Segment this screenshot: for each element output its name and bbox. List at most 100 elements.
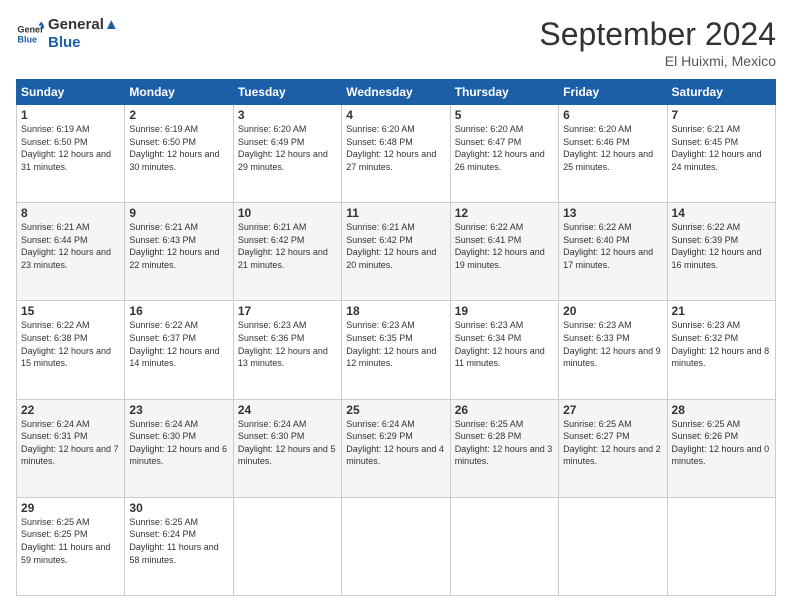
day-number: 22 (21, 403, 120, 417)
calendar-cell: 26 Sunrise: 6:25 AM Sunset: 6:28 PM Dayl… (450, 399, 558, 497)
daylight-label: Daylight: 12 hours and 13 minutes. (238, 346, 328, 369)
day-header-friday: Friday (559, 80, 667, 105)
sunrise-label: Sunrise: 6:25 AM (563, 419, 632, 429)
daylight-label: Daylight: 12 hours and 24 minutes. (672, 149, 762, 172)
day-info: Sunrise: 6:21 AM Sunset: 6:43 PM Dayligh… (129, 221, 228, 271)
day-number: 29 (21, 501, 120, 515)
calendar-cell: 8 Sunrise: 6:21 AM Sunset: 6:44 PM Dayli… (17, 203, 125, 301)
sunset-label: Sunset: 6:25 PM (21, 529, 88, 539)
day-info: Sunrise: 6:23 AM Sunset: 6:32 PM Dayligh… (672, 319, 771, 369)
sunset-label: Sunset: 6:42 PM (238, 235, 305, 245)
sunrise-label: Sunrise: 6:24 AM (238, 419, 307, 429)
day-number: 18 (346, 304, 445, 318)
sunrise-label: Sunrise: 6:23 AM (563, 320, 632, 330)
day-info: Sunrise: 6:21 AM Sunset: 6:44 PM Dayligh… (21, 221, 120, 271)
day-number: 16 (129, 304, 228, 318)
calendar-body: 1 Sunrise: 6:19 AM Sunset: 6:50 PM Dayli… (17, 105, 776, 596)
day-info: Sunrise: 6:22 AM Sunset: 6:40 PM Dayligh… (563, 221, 662, 271)
sunset-label: Sunset: 6:40 PM (563, 235, 630, 245)
sunrise-label: Sunrise: 6:24 AM (346, 419, 415, 429)
calendar-cell: 21 Sunrise: 6:23 AM Sunset: 6:32 PM Dayl… (667, 301, 775, 399)
title-block: September 2024 El Huixmi, Mexico (539, 16, 776, 69)
sunrise-label: Sunrise: 6:25 AM (129, 517, 198, 527)
day-info: Sunrise: 6:20 AM Sunset: 6:46 PM Dayligh… (563, 123, 662, 173)
day-info: Sunrise: 6:24 AM Sunset: 6:31 PM Dayligh… (21, 418, 120, 468)
day-info: Sunrise: 6:20 AM Sunset: 6:49 PM Dayligh… (238, 123, 337, 173)
daylight-label: Daylight: 12 hours and 16 minutes. (672, 247, 762, 270)
day-info: Sunrise: 6:22 AM Sunset: 6:39 PM Dayligh… (672, 221, 771, 271)
sunrise-label: Sunrise: 6:23 AM (346, 320, 415, 330)
day-number: 19 (455, 304, 554, 318)
calendar-cell: 17 Sunrise: 6:23 AM Sunset: 6:36 PM Dayl… (233, 301, 341, 399)
day-info: Sunrise: 6:24 AM Sunset: 6:29 PM Dayligh… (346, 418, 445, 468)
day-header-sunday: Sunday (17, 80, 125, 105)
calendar-cell (233, 497, 341, 595)
sunset-label: Sunset: 6:29 PM (346, 431, 413, 441)
sunset-label: Sunset: 6:37 PM (129, 333, 196, 343)
day-number: 8 (21, 206, 120, 220)
sunrise-label: Sunrise: 6:19 AM (21, 124, 90, 134)
calendar-cell: 19 Sunrise: 6:23 AM Sunset: 6:34 PM Dayl… (450, 301, 558, 399)
daylight-label: Daylight: 12 hours and 26 minutes. (455, 149, 545, 172)
sunrise-label: Sunrise: 6:25 AM (672, 419, 741, 429)
sunset-label: Sunset: 6:26 PM (672, 431, 739, 441)
day-number: 26 (455, 403, 554, 417)
day-info: Sunrise: 6:20 AM Sunset: 6:48 PM Dayligh… (346, 123, 445, 173)
daylight-label: Daylight: 12 hours and 17 minutes. (563, 247, 653, 270)
calendar-cell: 22 Sunrise: 6:24 AM Sunset: 6:31 PM Dayl… (17, 399, 125, 497)
sunset-label: Sunset: 6:43 PM (129, 235, 196, 245)
calendar-cell: 30 Sunrise: 6:25 AM Sunset: 6:24 PM Dayl… (125, 497, 233, 595)
day-info: Sunrise: 6:23 AM Sunset: 6:33 PM Dayligh… (563, 319, 662, 369)
daylight-label: Daylight: 12 hours and 27 minutes. (346, 149, 436, 172)
day-number: 30 (129, 501, 228, 515)
sunset-label: Sunset: 6:42 PM (346, 235, 413, 245)
day-number: 7 (672, 108, 771, 122)
calendar-header-row: SundayMondayTuesdayWednesdayThursdayFrid… (17, 80, 776, 105)
day-number: 27 (563, 403, 662, 417)
day-info: Sunrise: 6:25 AM Sunset: 6:27 PM Dayligh… (563, 418, 662, 468)
sunset-label: Sunset: 6:44 PM (21, 235, 88, 245)
day-info: Sunrise: 6:22 AM Sunset: 6:37 PM Dayligh… (129, 319, 228, 369)
sunrise-label: Sunrise: 6:25 AM (455, 419, 524, 429)
daylight-label: Daylight: 12 hours and 7 minutes. (21, 444, 119, 467)
calendar-cell: 10 Sunrise: 6:21 AM Sunset: 6:42 PM Dayl… (233, 203, 341, 301)
daylight-label: Daylight: 12 hours and 15 minutes. (21, 346, 111, 369)
svg-text:Blue: Blue (17, 34, 37, 44)
daylight-label: Daylight: 12 hours and 31 minutes. (21, 149, 111, 172)
calendar-cell: 14 Sunrise: 6:22 AM Sunset: 6:39 PM Dayl… (667, 203, 775, 301)
day-number: 3 (238, 108, 337, 122)
sunset-label: Sunset: 6:50 PM (21, 137, 88, 147)
calendar-cell: 23 Sunrise: 6:24 AM Sunset: 6:30 PM Dayl… (125, 399, 233, 497)
sunset-label: Sunset: 6:34 PM (455, 333, 522, 343)
calendar-cell: 28 Sunrise: 6:25 AM Sunset: 6:26 PM Dayl… (667, 399, 775, 497)
sunset-label: Sunset: 6:39 PM (672, 235, 739, 245)
day-number: 28 (672, 403, 771, 417)
logo: General Blue General▲ Blue (16, 16, 119, 52)
sunrise-label: Sunrise: 6:23 AM (238, 320, 307, 330)
calendar-cell: 13 Sunrise: 6:22 AM Sunset: 6:40 PM Dayl… (559, 203, 667, 301)
day-info: Sunrise: 6:23 AM Sunset: 6:36 PM Dayligh… (238, 319, 337, 369)
daylight-label: Daylight: 12 hours and 21 minutes. (238, 247, 328, 270)
calendar-cell (342, 497, 450, 595)
day-header-saturday: Saturday (667, 80, 775, 105)
sunset-label: Sunset: 6:48 PM (346, 137, 413, 147)
day-info: Sunrise: 6:22 AM Sunset: 6:38 PM Dayligh… (21, 319, 120, 369)
calendar-cell: 16 Sunrise: 6:22 AM Sunset: 6:37 PM Dayl… (125, 301, 233, 399)
calendar-cell: 3 Sunrise: 6:20 AM Sunset: 6:49 PM Dayli… (233, 105, 341, 203)
logo-line1: General▲ (48, 16, 119, 34)
daylight-label: Daylight: 11 hours and 58 minutes. (129, 542, 218, 565)
month-title: September 2024 (539, 16, 776, 53)
sunrise-label: Sunrise: 6:21 AM (672, 124, 741, 134)
day-header-monday: Monday (125, 80, 233, 105)
sunset-label: Sunset: 6:31 PM (21, 431, 88, 441)
sunrise-label: Sunrise: 6:23 AM (672, 320, 741, 330)
day-info: Sunrise: 6:22 AM Sunset: 6:41 PM Dayligh… (455, 221, 554, 271)
sunrise-label: Sunrise: 6:23 AM (455, 320, 524, 330)
daylight-label: Daylight: 12 hours and 25 minutes. (563, 149, 653, 172)
day-number: 21 (672, 304, 771, 318)
sunset-label: Sunset: 6:45 PM (672, 137, 739, 147)
day-number: 13 (563, 206, 662, 220)
daylight-label: Daylight: 11 hours and 59 minutes. (21, 542, 110, 565)
sunset-label: Sunset: 6:35 PM (346, 333, 413, 343)
day-number: 23 (129, 403, 228, 417)
